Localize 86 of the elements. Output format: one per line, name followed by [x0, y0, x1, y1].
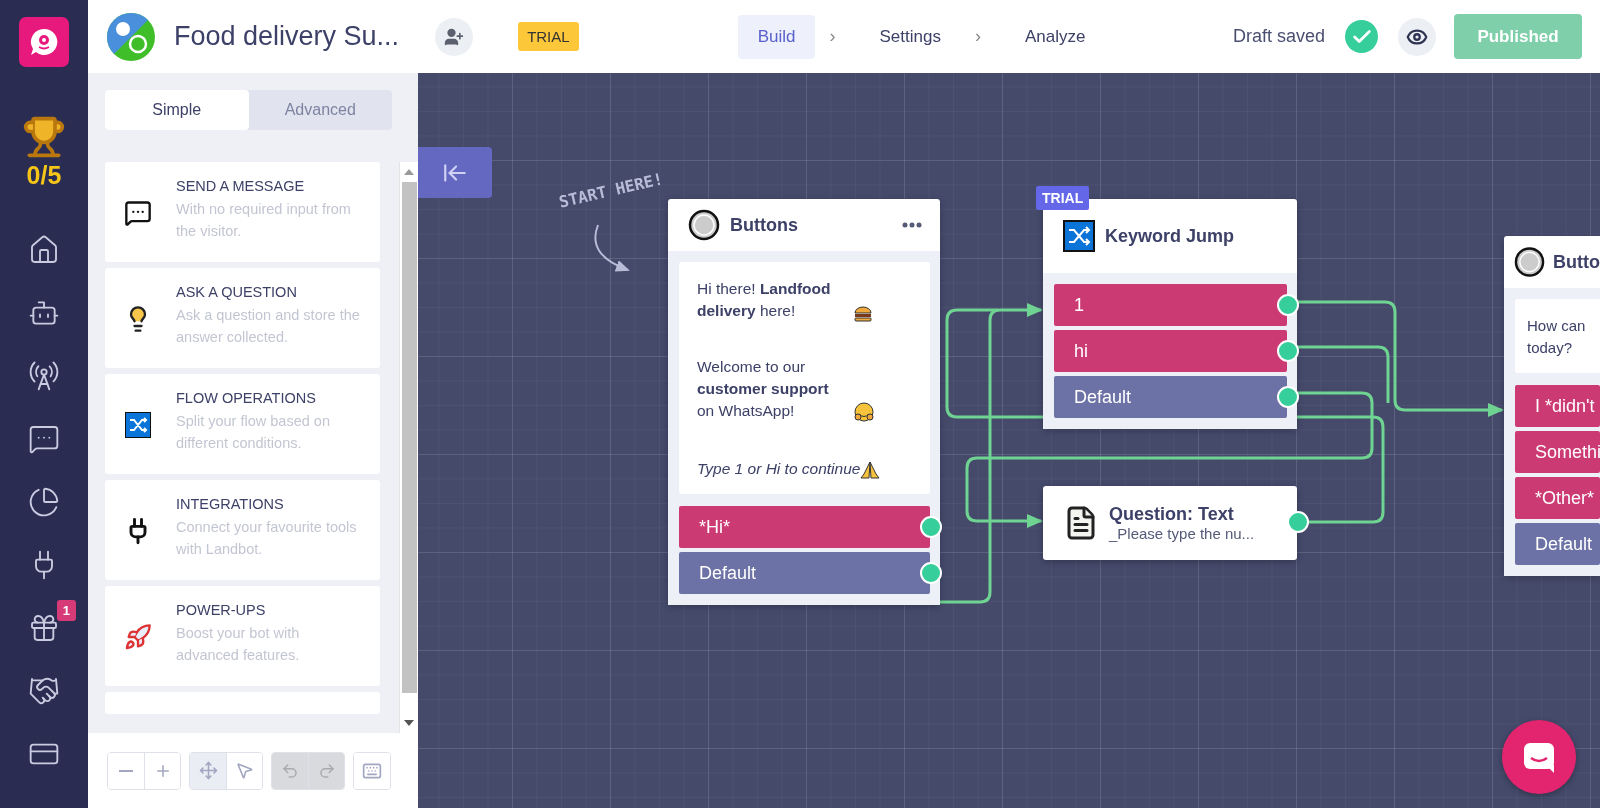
logo-mark-icon	[28, 26, 60, 58]
add-user-icon	[444, 26, 465, 47]
block-description: Split your flow based on different conditions.	[176, 412, 331, 453]
notification-badge: 1	[56, 600, 76, 621]
connector-dot[interactable]	[1277, 294, 1299, 316]
message-text: Hi there! Landfood delivery here!	[697, 279, 832, 321]
node-title: Question: Text	[1109, 504, 1234, 524]
bot-title: Food delivery Su...	[174, 21, 400, 52]
chat-icon	[1522, 741, 1556, 773]
preview-button[interactable]	[1398, 17, 1436, 56]
connector-dot[interactable]	[1277, 340, 1299, 362]
button-row[interactable]: Default	[679, 552, 930, 594]
node-title: Butto	[1553, 251, 1600, 273]
buttons-node[interactable]: Buttons Hi there! Landfood delivery here! Welcome to our customer support on WhatsApp! Type 1 or Hi to continue *Hi* Default	[668, 199, 940, 605]
block-card[interactable]: POWER-UPS Boost your bot with advanced features.	[105, 586, 380, 686]
block-card[interactable]: ASK A QUESTION Ask a question and store the answer collected.	[105, 268, 380, 368]
block-title: POWER-UPS	[176, 602, 267, 618]
message-text: Type 1 or Hi to continue	[697, 459, 861, 479]
chat-launcher-button[interactable]	[1502, 720, 1576, 794]
node-title: Buttons	[730, 214, 798, 236]
block-card[interactable]: FLOW OPERATIONS Split your flow based on different conditions.	[105, 374, 380, 474]
node-subtitle: _Please type the nu...	[1109, 525, 1255, 542]
trial-badge: TRIAL	[1036, 186, 1090, 210]
connector-dot[interactable]	[920, 516, 942, 538]
shuffle-icon	[125, 412, 151, 438]
node-title: Keyword Jump	[1105, 225, 1235, 247]
save-status: Draft saved	[1232, 26, 1325, 47]
collapse-panel-button[interactable]	[418, 147, 492, 198]
step-tab[interactable]: Settings	[859, 14, 961, 59]
move-icon	[198, 761, 218, 780]
smiling-face-icon	[854, 402, 874, 422]
button-row[interactable]: Default	[1515, 523, 1600, 565]
scrollbar[interactable]	[399, 162, 418, 733]
channel-avatar	[107, 12, 155, 61]
rocket-icon	[124, 623, 152, 651]
connector-dot[interactable]	[1277, 386, 1299, 408]
button-row[interactable]: hi	[1054, 330, 1287, 372]
breadcrumb-separator: ›	[974, 26, 981, 47]
buttons-node[interactable]: Butto How can today? I *didn't Somethi *Other* Default	[1504, 236, 1600, 576]
block-title: ASK A QUESTION	[176, 284, 298, 300]
block-description: With no required input from the visitor.	[176, 200, 352, 241]
block-description: Connect your favourite tools with Landbot.	[176, 518, 358, 559]
praying-hands-icon	[860, 460, 881, 480]
trophy-icon	[22, 115, 66, 159]
message-text: Welcome to our customer support on WhatsApp!	[697, 357, 830, 421]
block-title: FLOW OPERATIONS	[176, 390, 317, 406]
radio-circle-icon	[1514, 246, 1545, 278]
burger-icon	[854, 306, 872, 322]
app-logo[interactable]	[19, 17, 69, 67]
connector-dot[interactable]	[1287, 511, 1309, 533]
minus-icon	[119, 769, 133, 772]
button-row[interactable]: Default	[1054, 376, 1287, 418]
message-text: today?	[1527, 338, 1574, 358]
connector-dot[interactable]	[920, 562, 942, 584]
message-text: How can	[1527, 316, 1587, 336]
shuffle-icon	[1063, 220, 1095, 252]
block-card[interactable]: SEND A MESSAGE With no required input from the visitor.	[105, 162, 380, 262]
undo-icon	[281, 761, 299, 780]
button-row[interactable]: I *didn't	[1515, 385, 1600, 427]
scroll-up-icon[interactable]	[404, 169, 414, 175]
button-row[interactable]: *Other*	[1515, 477, 1600, 519]
block-description: Boost your bot with advanced features.	[176, 624, 301, 665]
hint-arrow	[594, 224, 630, 272]
scroll-down-icon[interactable]	[404, 720, 414, 726]
mode-tab[interactable]: Simple	[105, 90, 249, 130]
step-tab[interactable]: Analyze	[1004, 14, 1106, 59]
add-user-button[interactable]	[435, 17, 474, 56]
question-node[interactable]: Question: Text _Please type the nu...	[1043, 486, 1297, 560]
score-counter: 0/5	[26, 161, 62, 190]
start-hint: START HERE!	[557, 169, 665, 212]
redo-icon	[317, 761, 336, 780]
button-row[interactable]: Somethi	[1515, 431, 1600, 473]
button-row[interactable]: *Hi*	[679, 506, 930, 548]
cursor-icon	[235, 761, 254, 780]
trial-badge: TRIAL	[518, 22, 579, 51]
more-icon[interactable]	[902, 222, 922, 228]
radio-circle-icon	[688, 209, 720, 241]
button-row[interactable]: 1	[1054, 284, 1287, 326]
step-tab[interactable]: Build	[737, 14, 816, 59]
block-card[interactable]: INTEGRATIONS Connect your favourite tools with Landbot.	[105, 480, 380, 580]
block-title: INTEGRATIONS	[176, 496, 285, 512]
block-description: Ask a question and store the answer collected.	[176, 306, 361, 347]
flow-canvas[interactable]	[418, 73, 1600, 808]
speech-bubble-icon	[124, 199, 152, 227]
breadcrumb-separator: ›	[829, 26, 836, 47]
block-title: SEND A MESSAGE	[176, 178, 306, 194]
